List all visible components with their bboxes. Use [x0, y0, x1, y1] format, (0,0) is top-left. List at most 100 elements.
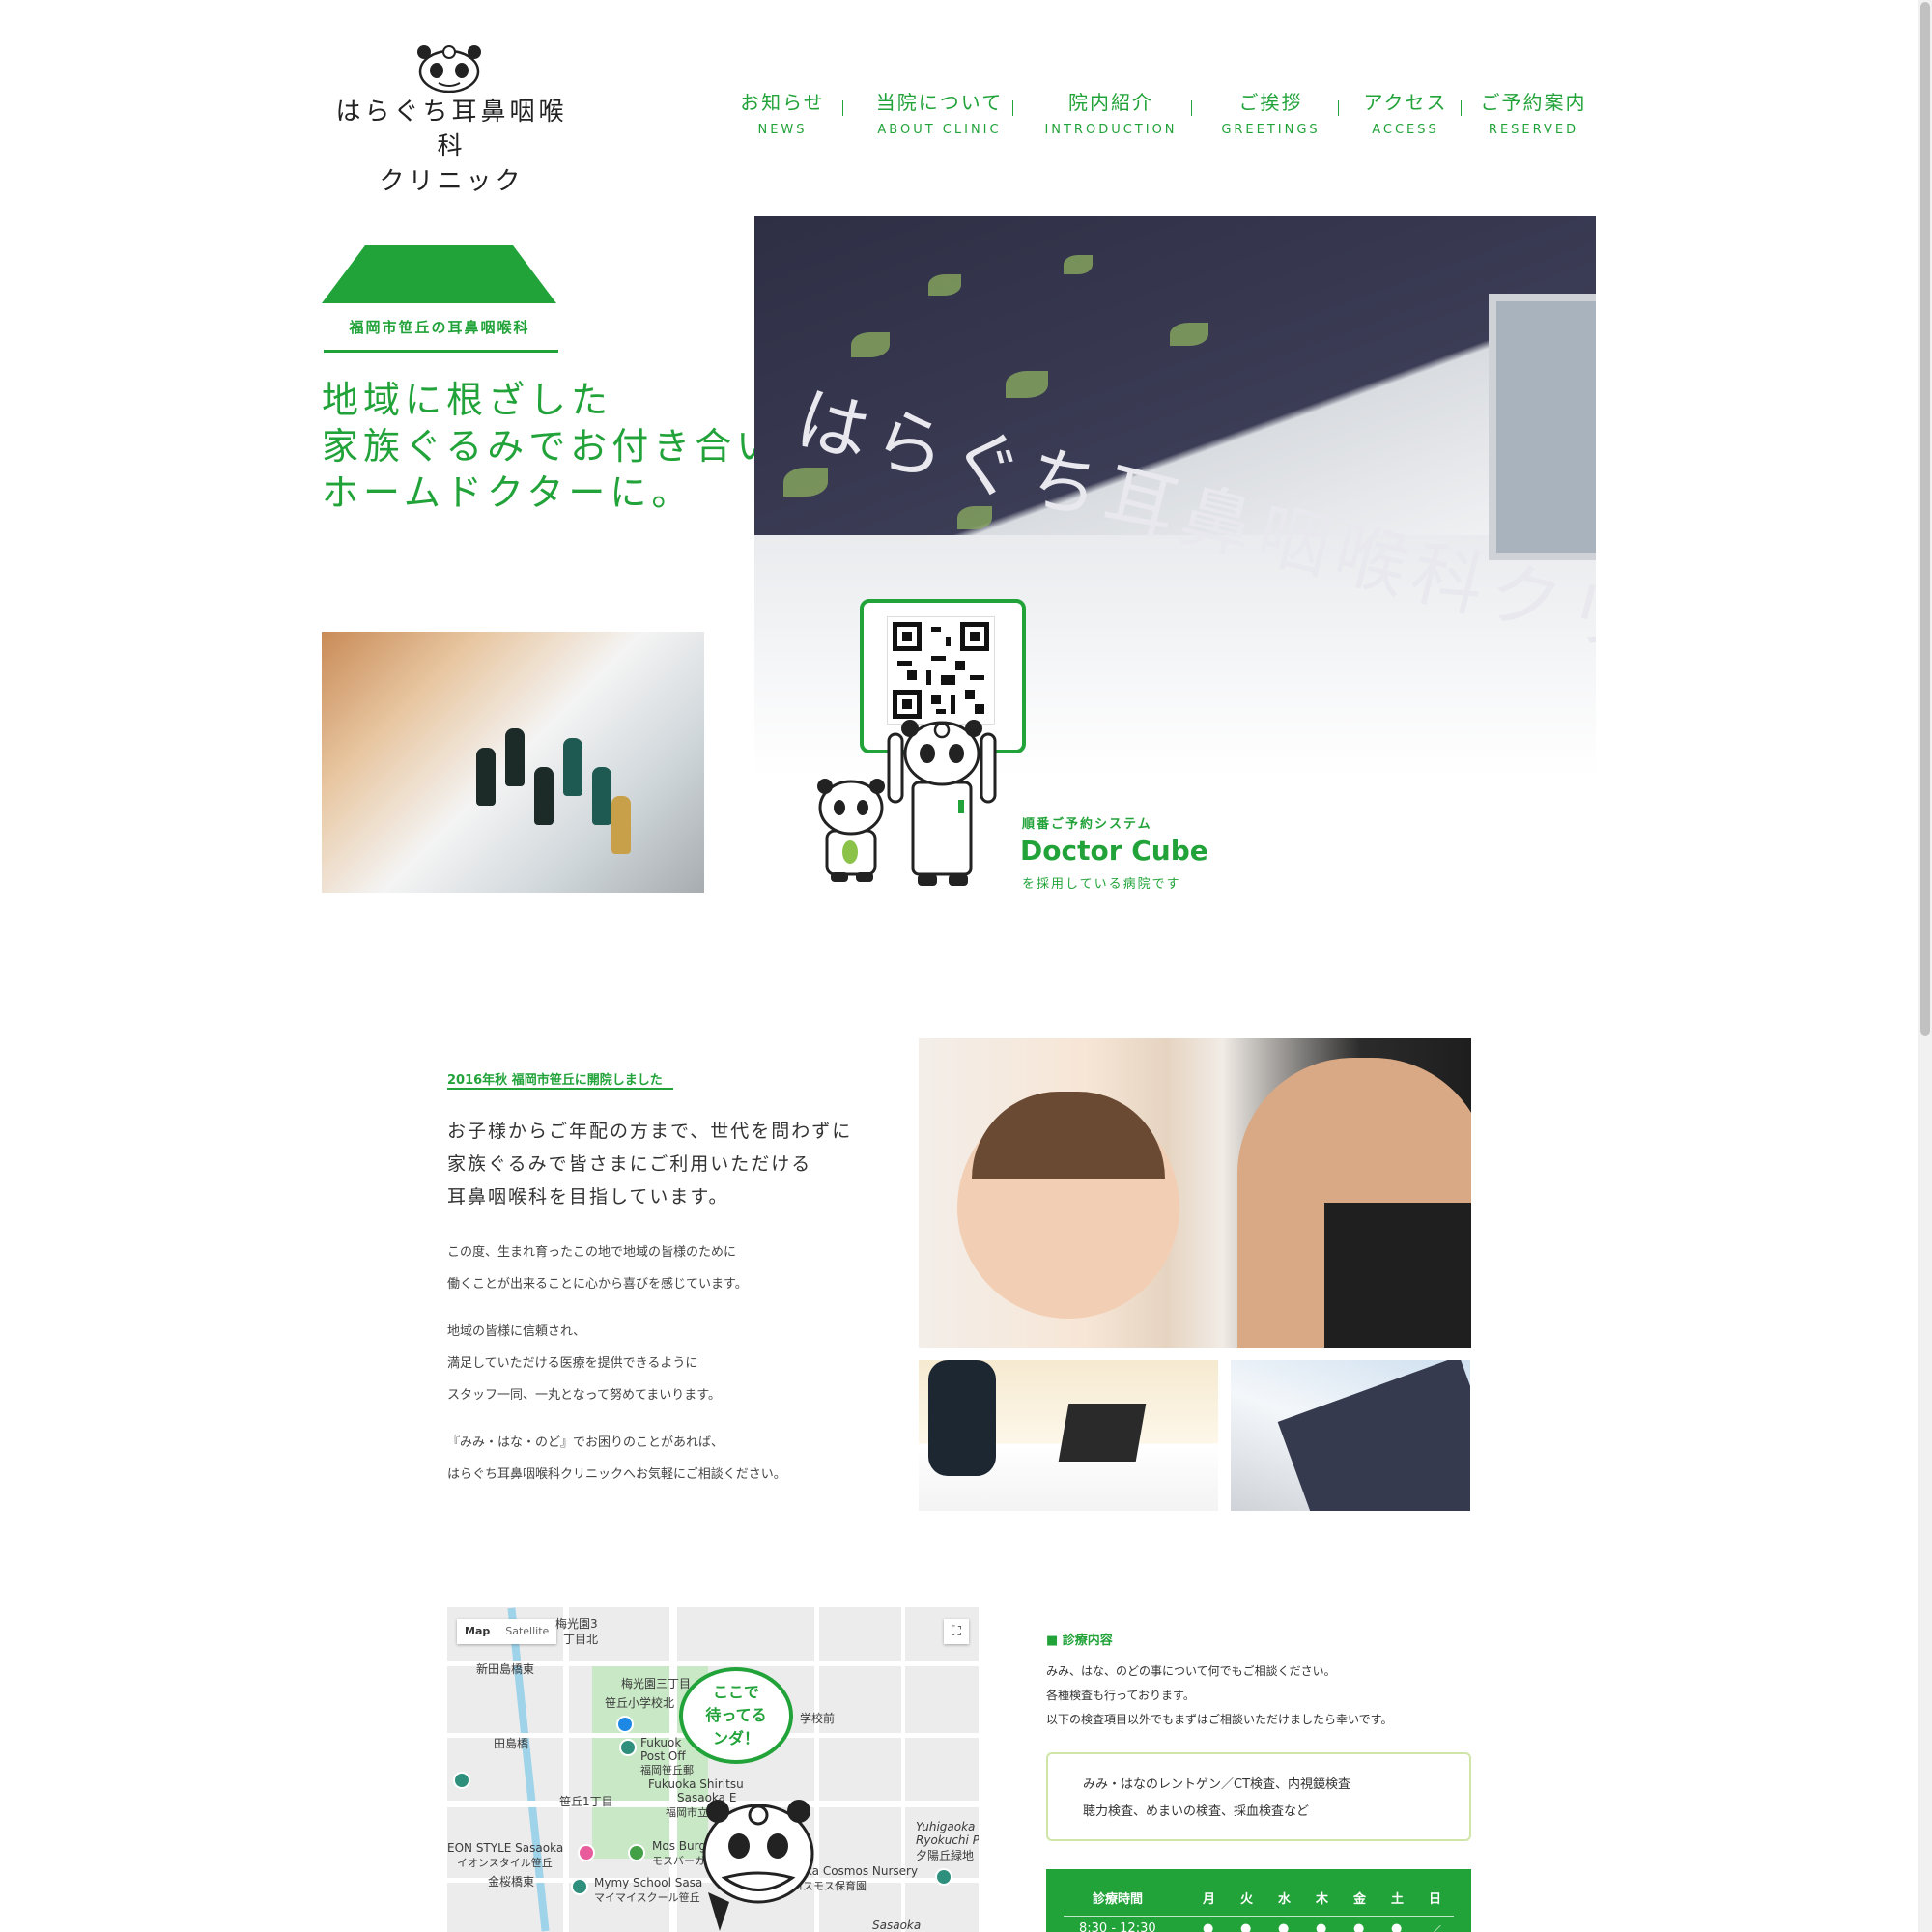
- nav-reserved-sublabel: RESERVED: [1488, 123, 1579, 137]
- leaf: [783, 468, 828, 497]
- about-body-line: スタッフ一同、一丸となって努めてまいります。: [447, 1388, 722, 1403]
- leaf: [957, 506, 992, 529]
- services-box-line: みみ・はなのレントゲン／CT検査、内視鏡検査: [1083, 1777, 1351, 1792]
- map-label: Post Off: [640, 1749, 686, 1763]
- about-lead-line: 家族ぐるみで皆さまにご利用いただける: [447, 1153, 812, 1175]
- hours-header-cell: 土: [1391, 1892, 1405, 1907]
- nav-greetings-label: ご挨拶: [1238, 91, 1303, 114]
- map-poi-icon[interactable]: [571, 1878, 588, 1895]
- nav-introduction-label: 院内紹介: [1068, 91, 1153, 114]
- nav-divider: [1191, 100, 1192, 116]
- about-body-line: この度、生まれ育ったこの地で地域の皆様のために: [447, 1245, 737, 1260]
- map-poi-icon[interactable]: [616, 1716, 634, 1733]
- qr-code-icon: [887, 616, 995, 724]
- nav-introduction[interactable]: 院内紹介 INTRODUCTION: [1029, 87, 1193, 137]
- hours-mark-cell: ●: [1240, 1921, 1252, 1932]
- nav-news-sublabel: NEWS: [757, 123, 808, 137]
- nav-reserved-label: ご予約案内: [1480, 91, 1587, 114]
- nav-access-sublabel: ACCESS: [1372, 123, 1439, 137]
- about-body-line: 働くことが出来ることに心から喜びを感じています。: [447, 1277, 748, 1292]
- map-poi-icon[interactable]: [628, 1844, 645, 1861]
- child-hair: [972, 1092, 1165, 1179]
- clinic-name-line2: クリニック: [379, 167, 525, 196]
- laptop-screen: [1058, 1404, 1147, 1462]
- speech-bubble: ここで 待ってる ンダ！: [679, 1667, 793, 1764]
- otoscope-tip: [505, 728, 525, 786]
- hours-mark-cell: ●: [1278, 1921, 1290, 1932]
- map-road: [901, 1607, 905, 1932]
- nav-access[interactable]: アクセス ACCESS: [1352, 87, 1459, 137]
- logo[interactable]: [415, 39, 483, 94]
- doctor-coat: [1324, 1203, 1471, 1348]
- map-label: EON STYLE Sasaoka: [447, 1841, 564, 1855]
- about-body-line: 『みみ・はな・のど』でお困りのことがあれば、: [447, 1435, 724, 1450]
- services-title: ■ 診療内容: [1046, 1634, 1113, 1648]
- map-label: Yuhigaoka: [916, 1820, 976, 1833]
- hours-header-cell: 水: [1278, 1892, 1292, 1907]
- doctor-cube-title[interactable]: Doctor Cube: [1020, 835, 1208, 867]
- hours-mark-cell: ●: [1316, 1921, 1327, 1932]
- hours-mark-cell: ●: [1353, 1921, 1365, 1932]
- opening-label: 2016年秋 福岡市笹丘に開院しました: [447, 1073, 663, 1088]
- hours-divider: [1064, 1916, 1454, 1917]
- hours-mark-cell: ●: [1391, 1921, 1403, 1932]
- nav-news-label: お知らせ: [740, 91, 825, 114]
- map-poi-icon[interactable]: [935, 1868, 952, 1886]
- opening-underline: [447, 1088, 673, 1090]
- map-label: 丁目北: [563, 1633, 599, 1646]
- map-label: 学校前: [800, 1712, 836, 1725]
- otoscope-tip: [611, 796, 631, 854]
- about-body-line: 満足していただける医療を提供できるように: [447, 1356, 698, 1371]
- map-poi-icon[interactable]: [619, 1739, 637, 1756]
- hours-header-cell: 診療時間: [1093, 1892, 1144, 1907]
- hero-tag: 福岡市笹丘の耳鼻咽喉科: [349, 319, 530, 336]
- nav-greetings[interactable]: ご挨拶 GREETINGS: [1206, 87, 1336, 137]
- map-tab-satellite[interactable]: Satellite: [497, 1619, 556, 1644]
- map-label: モスバーガ: [652, 1855, 705, 1867]
- map-tab-map[interactable]: Map: [457, 1619, 497, 1644]
- map-label: Sasaoka: [872, 1918, 922, 1932]
- hours-header-cell: 日: [1429, 1892, 1442, 1907]
- hours-mark-cell: ●: [1203, 1921, 1214, 1932]
- otoscope-tip: [476, 748, 496, 806]
- roof-shape-icon: [322, 245, 556, 303]
- scrollbar-thumb[interactable]: [1920, 2, 1930, 1036]
- hours-time-cell: 8:30 - 12:30: [1079, 1921, 1156, 1932]
- nav-introduction-sublabel: INTRODUCTION: [1044, 123, 1178, 137]
- speech-bubble-line: 待ってる: [705, 1706, 767, 1724]
- nav-divider: [1461, 100, 1462, 116]
- map-pin-panda-icon[interactable]: [700, 1786, 816, 1931]
- building-exterior-photo: [1231, 1360, 1470, 1511]
- services-box: みみ・はなのレントゲン／CT検査、内視鏡検査 聴力検査、めまいの検査、採血検査な…: [1046, 1752, 1471, 1841]
- map-poi-icon[interactable]: [453, 1772, 470, 1789]
- nav-reserved[interactable]: ご予約案内 RESERVED: [1473, 87, 1594, 137]
- hours-table: 診療時間 月 火 水 木 金 土 日 8:30 - 12:30 ● ● ● ● …: [1046, 1869, 1471, 1932]
- nav-about[interactable]: 当院について ABOUT CLINIC: [860, 87, 1019, 137]
- map-label: 夕陽丘緑地: [916, 1849, 975, 1862]
- about-body-line: 地域の皆様に信頼され、: [447, 1324, 586, 1339]
- map-label: Ryokuchi Pa: [916, 1833, 979, 1847]
- leaf: [928, 274, 961, 296]
- map-label: Fukuok: [640, 1736, 682, 1749]
- otoscope-tip: [563, 738, 582, 796]
- map-label: Mymy School Sasa: [594, 1876, 703, 1889]
- nav-access-label: アクセス: [1363, 91, 1448, 114]
- otoscope-tip: [534, 767, 554, 825]
- nav-news[interactable]: お知らせ NEWS: [734, 87, 831, 137]
- leaf: [1064, 255, 1093, 274]
- clinic-name[interactable]: はらぐち耳鼻咽喉科 クリニック: [328, 95, 575, 199]
- nav-greetings-sublabel: GREETINGS: [1221, 123, 1321, 137]
- services-desc-line: みみ、はな、のどの事について何でもご相談ください。: [1046, 1664, 1336, 1678]
- about-lead-line: お子様からご年配の方まで、世代を問わずに: [447, 1121, 853, 1142]
- hours-header-cell: 火: [1240, 1892, 1254, 1907]
- map-label: Mos Burg: [652, 1839, 706, 1853]
- map-label: 笹丘小学校北: [605, 1696, 675, 1710]
- map-poi-icon[interactable]: [578, 1844, 595, 1861]
- panda-logo-icon: [417, 45, 481, 94]
- access-map[interactable]: Map Satellite ⛶ 梅光園3 丁目北 新田島橋東 梅光園三丁目 笹丘…: [447, 1607, 979, 1932]
- main-nav: お知らせ NEWS 当院について ABOUT CLINIC 院内紹介 INTRO…: [734, 87, 1604, 145]
- about-body-line: はらぐち耳鼻咽喉科クリニックへお気軽にご相談ください。: [447, 1467, 786, 1482]
- map-label: 金桜橋東: [488, 1875, 535, 1889]
- map-label: 梅光園三丁目: [621, 1677, 692, 1690]
- fullscreen-icon[interactable]: ⛶: [944, 1619, 969, 1644]
